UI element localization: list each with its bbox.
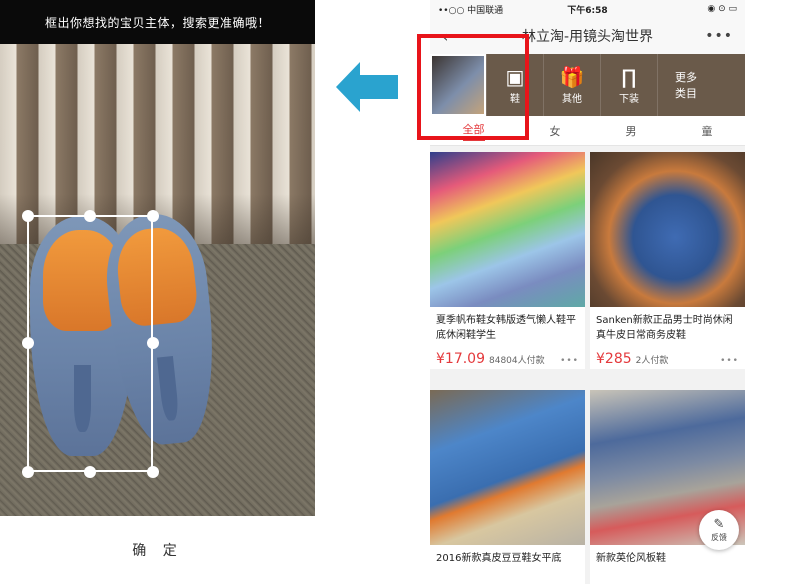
- crop-handle-bottom-left[interactable]: [22, 466, 34, 478]
- tab-female[interactable]: 女: [550, 123, 561, 139]
- battery-icon: ◉ ⊙ ▭: [707, 4, 737, 14]
- crop-handle-mid-left[interactable]: [22, 337, 34, 349]
- feedback-button[interactable]: ✎ 反馈: [699, 510, 739, 550]
- product-card[interactable]: 夏季帆布鞋女韩版透气懒人鞋平底休闲鞋学生 ¥17.09 84804人付款 •••: [430, 152, 585, 369]
- category-other[interactable]: 🎁 其他: [543, 54, 600, 116]
- pants-icon: ∏: [621, 64, 637, 89]
- product-title: 夏季帆布鞋女韩版透气懒人鞋平底休闲鞋学生: [436, 315, 576, 341]
- crop-handle-top-mid[interactable]: [84, 210, 96, 222]
- gift-icon: 🎁: [559, 64, 585, 89]
- crop-handle-bottom-right[interactable]: [147, 466, 159, 478]
- product-card[interactable]: 新款英伦风板鞋: [590, 390, 745, 584]
- product-title: 新款英伦风板鞋: [596, 553, 666, 564]
- product-image: [430, 152, 585, 307]
- product-price: ¥17.09: [436, 351, 485, 367]
- crop-handle-top-left[interactable]: [22, 210, 34, 222]
- product-image: [430, 390, 585, 545]
- arrow-left-icon: [336, 62, 398, 112]
- tab-male[interactable]: 男: [626, 123, 637, 139]
- more-icon[interactable]: •••: [705, 28, 733, 44]
- product-card[interactable]: 2016新款真皮豆豆鞋女平底: [430, 390, 585, 584]
- status-bar: ••○○ 中国联通 下午6:58 ◉ ⊙ ▭: [430, 0, 745, 18]
- crop-handle-top-right[interactable]: [147, 210, 159, 222]
- category-more[interactable]: 更多 类目: [657, 54, 714, 116]
- more-icon[interactable]: •••: [560, 356, 579, 366]
- clock: 下午6:58: [567, 5, 608, 16]
- comparison-screenshot: 框出你想找的宝贝主体，搜索更准确哦！ 确 定 ••○○ 中国联通 下午6:58 …: [0, 0, 795, 584]
- confirm-button[interactable]: 确 定: [0, 516, 315, 584]
- product-price: ¥285: [596, 351, 632, 367]
- sold-count: 84804人付款: [489, 356, 545, 366]
- crop-box[interactable]: [27, 215, 153, 472]
- thumbnail-highlight-box: [417, 34, 529, 140]
- crop-handle-bottom-mid[interactable]: [84, 466, 96, 478]
- crop-hint: 框出你想找的宝贝主体，搜索更准确哦！: [0, 0, 315, 44]
- product-image: [590, 152, 745, 307]
- crop-handle-mid-right[interactable]: [147, 337, 159, 349]
- product-title: Sanken新款正品男士时尚休闲真牛皮日常商务皮鞋: [596, 315, 733, 341]
- sold-count: 2人付款: [635, 356, 669, 366]
- tab-kids[interactable]: 童: [702, 123, 713, 139]
- edit-icon: ✎: [713, 517, 725, 532]
- product-card[interactable]: Sanken新款正品男士时尚休闲真牛皮日常商务皮鞋 ¥285 2人付款 •••: [590, 152, 745, 369]
- category-bottoms[interactable]: ∏ 下装: [600, 54, 657, 116]
- crop-screen: 框出你想找的宝贝主体，搜索更准确哦！ 确 定: [0, 0, 315, 584]
- product-title: 2016新款真皮豆豆鞋女平底: [436, 553, 562, 564]
- more-icon[interactable]: •••: [720, 356, 739, 366]
